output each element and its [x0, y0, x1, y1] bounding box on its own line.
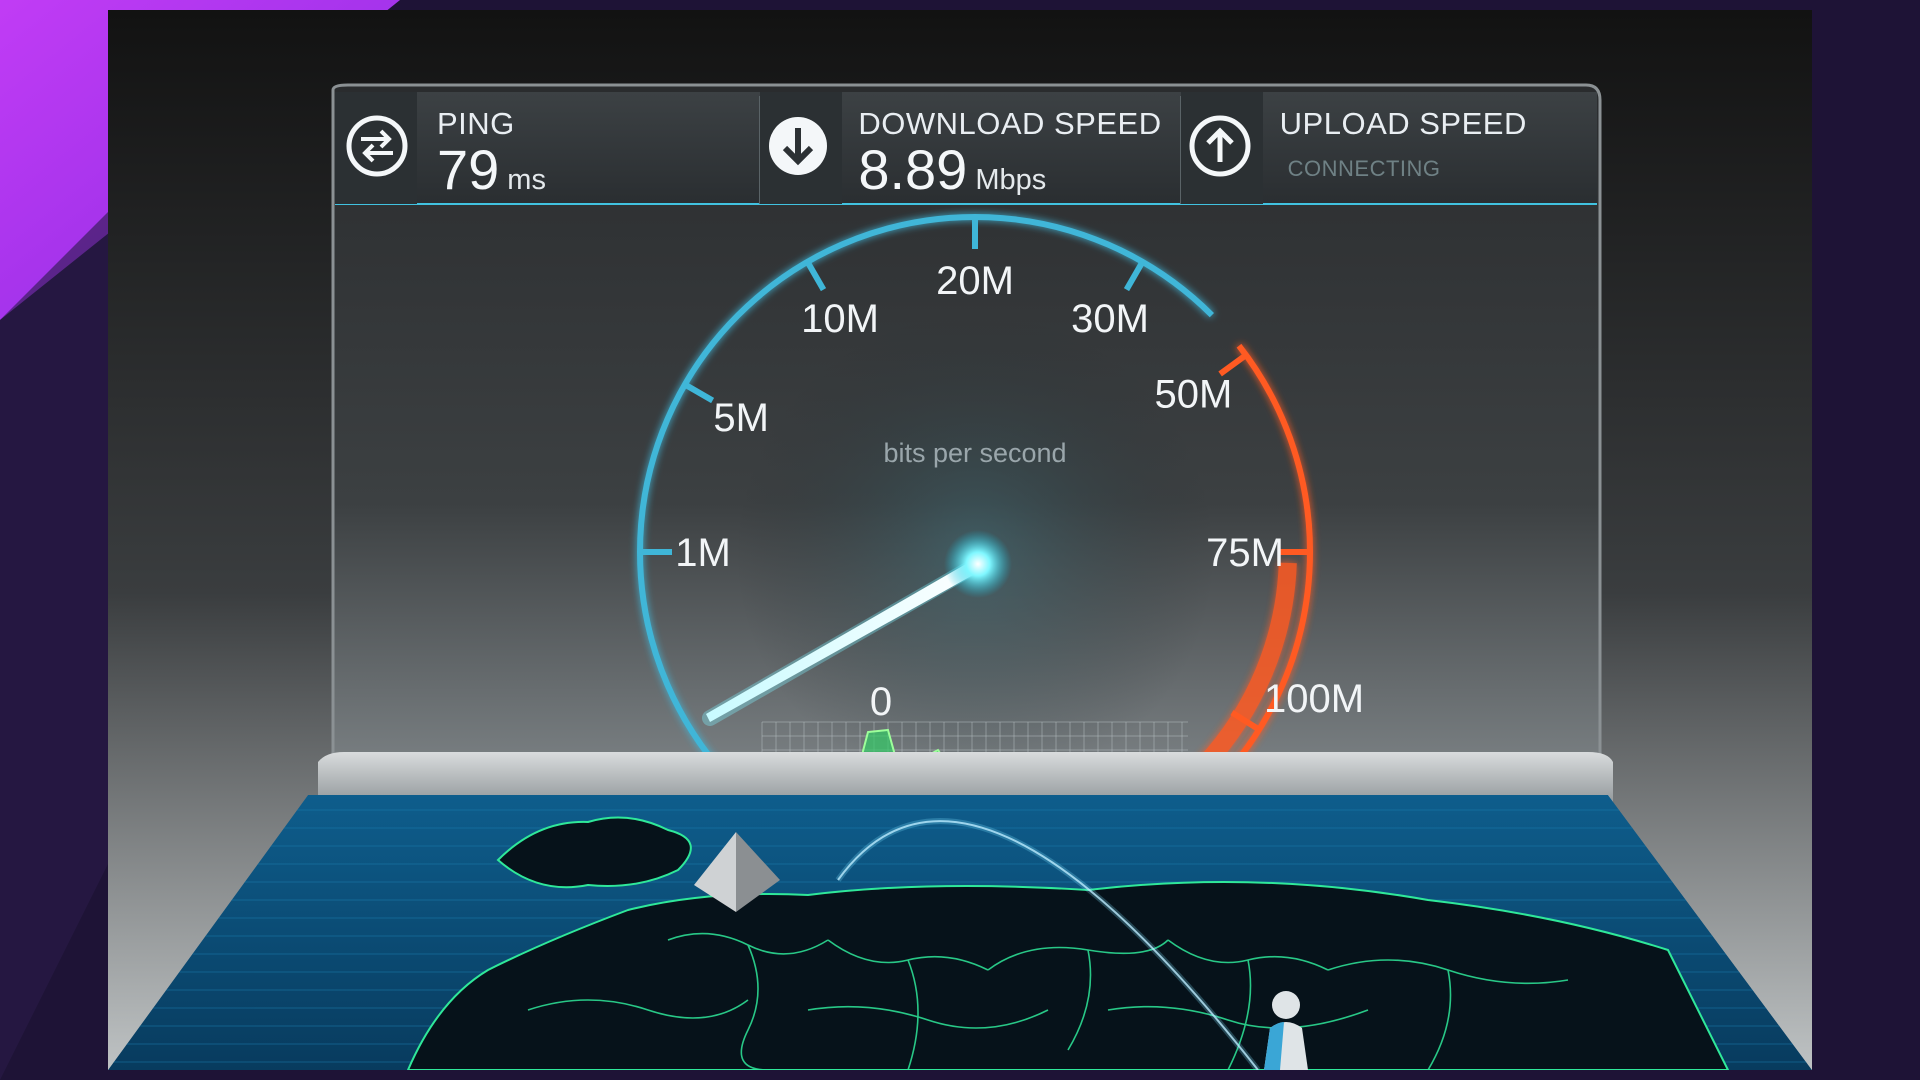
download-stat: DOWNLOAD SPEED 8.89 Mbps	[754, 92, 1175, 204]
download-arrow-icon	[769, 117, 828, 175]
ping-label: PING	[437, 106, 515, 141]
speedtest-screenshot: 0 1M 5M 10M 20M 30M 50M 75M 100M bits per second	[108, 10, 1812, 1070]
upload-stat: UPLOAD SPEED CONNECTING	[1176, 92, 1597, 204]
ping-value-line: 79 ms	[437, 140, 546, 210]
gauge-tick-label: 50M	[1155, 372, 1233, 416]
server-map	[108, 795, 1812, 1070]
download-unit: Mbps	[975, 164, 1047, 196]
ping-stat: PING 79 ms	[333, 92, 754, 204]
gauge-tick-label: 20M	[936, 259, 1014, 303]
gauge-tick-label: 1M	[675, 531, 731, 575]
gauge-tick-label: 5M	[713, 396, 769, 440]
upload-arrow-icon	[1189, 115, 1251, 177]
download-value-line: 8.89 Mbps	[858, 140, 1046, 210]
gauge-tick-label: 10M	[801, 297, 879, 341]
download-label: DOWNLOAD SPEED	[858, 106, 1162, 141]
ping-unit: ms	[507, 164, 546, 196]
upload-status: CONNECTING	[1287, 156, 1441, 181]
gauge-tick-label: 75M	[1206, 531, 1284, 575]
ping-arrows-icon	[346, 115, 408, 177]
gauge-hub	[944, 530, 1012, 598]
gauge-tick-label: 0	[870, 680, 892, 724]
gauge-tick-label: 100M	[1264, 677, 1364, 721]
gauge-tick-label: 30M	[1071, 297, 1149, 341]
gauge-caption: bits per second	[883, 438, 1066, 468]
download-value: 8.89	[858, 138, 968, 201]
ping-value: 79	[437, 138, 500, 201]
upload-label: UPLOAD SPEED	[1279, 106, 1527, 141]
results-bar: PING 79 ms DOWNLOAD SPEED 8.89 Mbps UPLOAD…	[333, 92, 1597, 204]
